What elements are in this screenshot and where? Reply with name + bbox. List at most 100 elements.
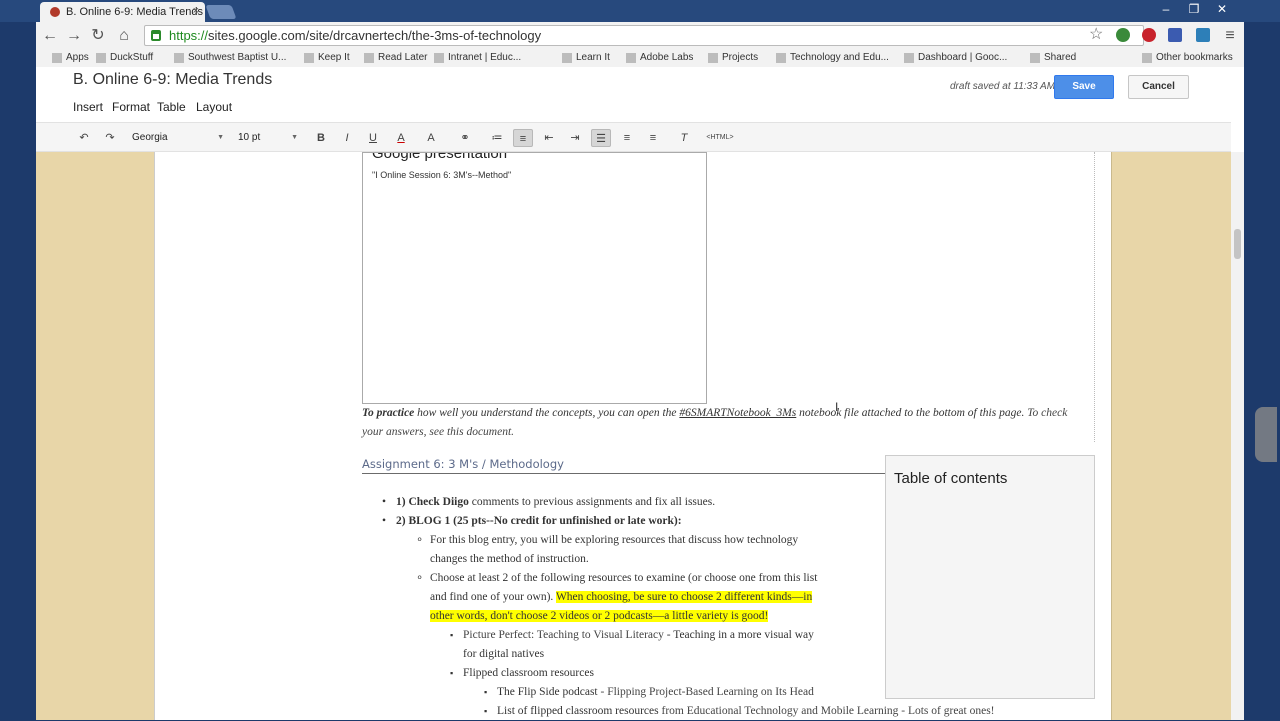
- align-left-icon[interactable]: ☰: [591, 129, 611, 147]
- bookmarks-bar: Apps DuckStuff Southwest Baptist U... Ke…: [36, 49, 1244, 67]
- bookmark-item[interactable]: Technology and Edu...: [776, 52, 889, 63]
- font-family-select[interactable]: Georgia ▼: [132, 129, 224, 147]
- extension-diigo-icon[interactable]: [1168, 28, 1182, 42]
- bookmark-item[interactable]: Projects: [708, 52, 758, 63]
- list-item-continuation: changes the method of instruction.: [430, 553, 589, 565]
- practice-paragraph: To practice how well you understand the …: [362, 404, 1082, 442]
- extension-pinterest-icon[interactable]: [1142, 28, 1156, 42]
- bookmark-item[interactable]: Read Later: [364, 52, 427, 63]
- resource-title[interactable]: List of flipped classroom resources: [497, 705, 659, 717]
- save-button[interactable]: Save: [1054, 75, 1114, 99]
- bulleted-list-icon[interactable]: ≡: [513, 129, 533, 147]
- browser-tab[interactable]: B. Online 6-9: Media Trends ×: [40, 2, 205, 22]
- tab-close-icon[interactable]: ×: [193, 5, 199, 17]
- clear-formatting-icon[interactable]: T: [676, 129, 692, 147]
- list-item: For this blog entry, you will be explori…: [416, 531, 798, 550]
- font-family-value: Georgia: [132, 132, 168, 143]
- chevron-down-icon: ▼: [217, 134, 224, 141]
- list-item-bold: 1) Check Diigo: [396, 496, 469, 508]
- table-of-contents[interactable]: Table of contents: [885, 455, 1095, 699]
- maximize-button[interactable]: ❐: [1180, 0, 1208, 20]
- indent-less-icon[interactable]: ⇤: [540, 129, 558, 147]
- resource-link[interactable]: from Educational Technology and Mobile L…: [659, 705, 994, 717]
- new-tab-button[interactable]: [205, 5, 237, 19]
- url-path: sites.google.com/site/drcavnertech/the-3…: [208, 28, 542, 43]
- menu-table[interactable]: Table: [157, 100, 186, 114]
- italic-icon[interactable]: I: [340, 129, 354, 147]
- chevron-down-icon: ▼: [291, 134, 298, 141]
- bookmark-item[interactable]: Other bookmarks: [1142, 52, 1233, 63]
- redo-icon[interactable]: ↷: [102, 129, 118, 147]
- tab-strip: B. Online 6-9: Media Trends × – ❐ ✕: [0, 0, 1280, 22]
- toc-title: Table of contents: [894, 470, 1008, 487]
- bookmark-item[interactable]: Intranet | Educ...: [434, 52, 521, 63]
- forward-arrow-icon[interactable]: →: [64, 26, 84, 46]
- bookmark-item[interactable]: Learn It: [562, 52, 610, 63]
- bookmark-star-icon[interactable]: ☆: [1089, 24, 1103, 44]
- align-right-icon[interactable]: ≡: [644, 129, 662, 147]
- link-icon[interactable]: ⚭: [456, 129, 474, 147]
- page-title: B. Online 6-9: Media Trends: [73, 71, 273, 88]
- google-presentation-gadget[interactable]: Google presentation "I Online Session 6:…: [362, 152, 707, 404]
- highlighted-text: other words, don't choose 2 videos or 2 …: [430, 610, 769, 622]
- formatting-toolbar: ↶ ↷ Georgia ▼ 10 pt ▼ B I U A A ⚭ ≔ ≡ ⇤ ⇥ …: [36, 122, 1231, 152]
- bold-icon[interactable]: B: [314, 129, 328, 147]
- extension-evernote-icon[interactable]: [1116, 28, 1130, 42]
- list-item-continuation: other words, don't choose 2 videos or 2 …: [430, 607, 769, 626]
- resource-link[interactable]: Picture Perfect: Teaching to Visual Lite…: [463, 629, 664, 641]
- extension-sync-icon[interactable]: [1196, 28, 1210, 42]
- indent-more-icon[interactable]: ⇥: [566, 129, 584, 147]
- bookmark-item[interactable]: Adobe Labs: [626, 52, 693, 63]
- tab-title: B. Online 6-9: Media Trends: [66, 6, 203, 18]
- list-item: The Flip Side podcast - Flipping Project…: [484, 683, 814, 702]
- list-item: Flipped classroom resources: [450, 664, 594, 683]
- list-item-bold: 2) BLOG 1 (25 pts--No credit for unfinis…: [396, 515, 682, 527]
- lock-icon: [151, 30, 161, 41]
- side-widget-icon[interactable]: [1255, 407, 1277, 462]
- underline-icon[interactable]: U: [366, 129, 380, 147]
- menu-format[interactable]: Format: [112, 100, 150, 114]
- browser-window: B. Online 6-9: Media Trends × – ❐ ✕ ← → …: [0, 0, 1280, 721]
- list-item-text: comments to previous assignments and fix…: [468, 496, 716, 508]
- list-item-continuation: for digital natives: [463, 648, 545, 660]
- cancel-button[interactable]: Cancel: [1128, 75, 1189, 99]
- list-item-text: - Teaching in a more visual way: [663, 629, 814, 641]
- scrollbar-thumb[interactable]: [1234, 229, 1241, 259]
- bookmark-item[interactable]: Southwest Baptist U...: [174, 52, 286, 63]
- bookmark-item[interactable]: Apps: [52, 52, 89, 63]
- highlight-color-icon[interactable]: A: [422, 129, 440, 147]
- resource-link[interactable]: - Flipping Project-Based Learning on Its…: [598, 686, 814, 698]
- browser-toolbar: ← → ↻ ⌂ https://sites.google.com/site/dr…: [36, 22, 1244, 49]
- back-arrow-icon[interactable]: ←: [40, 26, 60, 46]
- notebook-link[interactable]: #6SMARTNotebook_3Ms: [679, 407, 796, 419]
- menu-layout[interactable]: Layout: [196, 100, 232, 114]
- address-bar[interactable]: https://sites.google.com/site/drcavnerte…: [144, 25, 1144, 46]
- font-size-select[interactable]: 10 pt ▼: [238, 129, 298, 147]
- home-icon[interactable]: ⌂: [114, 26, 134, 46]
- bookmark-item[interactable]: Keep It: [304, 52, 350, 63]
- bookmark-item[interactable]: Dashboard | Gooc...: [904, 52, 1007, 63]
- list-item-continuation: and find one of your own). When choosing…: [430, 588, 813, 607]
- site-favicon-icon: [50, 7, 60, 17]
- resource-title[interactable]: The Flip Side podcast: [497, 686, 598, 698]
- undo-icon[interactable]: ↶: [76, 129, 92, 147]
- list-item: 2) BLOG 1 (25 pts--No credit for unfinis…: [382, 512, 682, 531]
- left-margin: [36, 152, 154, 720]
- reload-icon[interactable]: ↻: [88, 26, 108, 46]
- text-color-icon[interactable]: A: [392, 129, 410, 147]
- close-window-button[interactable]: ✕: [1208, 0, 1236, 20]
- bookmark-item[interactable]: DuckStuff: [96, 52, 153, 63]
- align-center-icon[interactable]: ≡: [618, 129, 636, 147]
- numbered-list-icon[interactable]: ≔: [488, 129, 506, 147]
- para-text: how well you understand the concepts, yo…: [414, 407, 680, 419]
- list-item: Picture Perfect: Teaching to Visual Lite…: [450, 626, 814, 645]
- minimize-button[interactable]: –: [1152, 0, 1180, 20]
- text-cursor-icon: I: [835, 400, 839, 414]
- bookmark-item[interactable]: Shared: [1030, 52, 1076, 63]
- para-text-after: notebook file attached to the bottom of …: [796, 407, 1025, 419]
- list-item-text: and find one of your own).: [430, 591, 556, 603]
- html-button[interactable]: <HTML>: [700, 129, 740, 147]
- menu-icon[interactable]: ≡: [1220, 26, 1240, 46]
- sites-editor-header: B. Online 6-9: Media Trends Insert Forma…: [36, 67, 1244, 152]
- menu-insert[interactable]: Insert: [73, 100, 103, 114]
